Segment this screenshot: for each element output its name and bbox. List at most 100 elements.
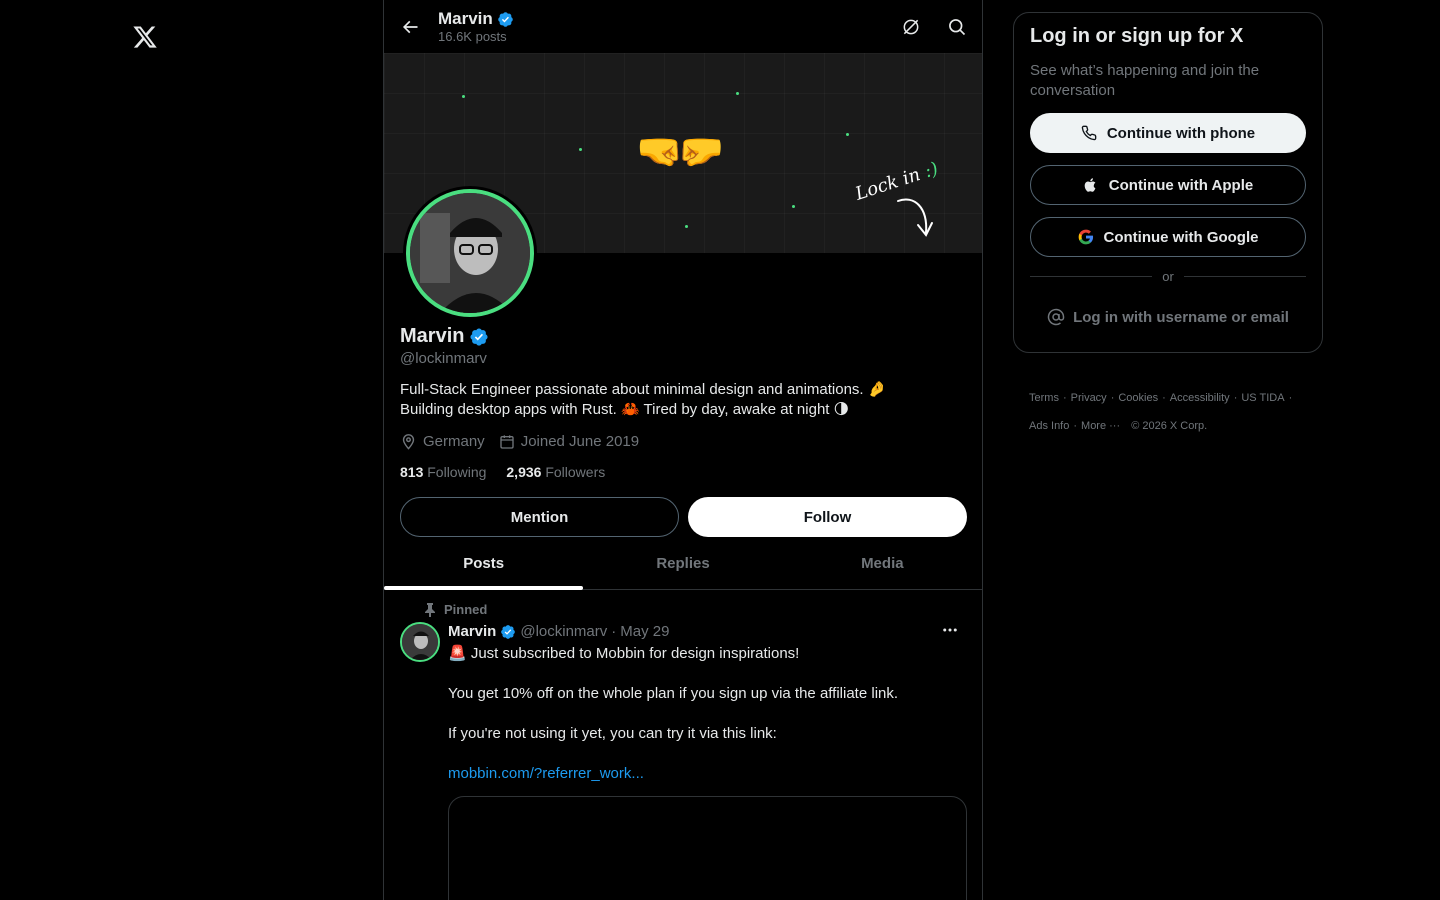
continue-with-apple-button[interactable]: Continue with Apple <box>1030 165 1306 205</box>
footer-separator: · <box>1062 392 1067 404</box>
profile-handle: @lockinmarv <box>400 350 487 367</box>
header-name: Marvin <box>438 9 493 28</box>
footer-more[interactable]: More ··· <box>1081 420 1120 432</box>
login-subtitle: See what’s happening and join the conver… <box>1030 62 1260 99</box>
follow-counts: 813 Following 2,936 Followers <box>400 464 605 480</box>
post-line: If you're not using it yet, you can try … <box>448 725 777 742</box>
continue-with-phone-label: Continue with phone <box>1106 124 1256 142</box>
banner-sparkle <box>685 225 688 228</box>
bio-line: Full-Stack Engineer passionate about min… <box>400 381 887 398</box>
footer-separator: · <box>1233 392 1238 404</box>
post-link[interactable]: mobbin.com/?referrer_work... <box>448 765 644 782</box>
at-sign-icon <box>1047 308 1065 326</box>
mention-button[interactable]: Mention <box>400 497 679 537</box>
login-username-button[interactable]: Log in with username or email <box>1030 297 1306 337</box>
profile-avatar[interactable] <box>403 186 537 320</box>
footer-privacy[interactable]: Privacy <box>1071 392 1107 404</box>
profile-header-bar: Marvin 16.6K posts <box>384 0 982 53</box>
profile-bio: Full-Stack Engineer passionate about min… <box>400 380 960 420</box>
tab-replies[interactable]: Replies <box>583 537 782 589</box>
followers-count: 2,936 <box>506 464 542 480</box>
followers-label: Followers <box>545 464 606 480</box>
following-count: 813 <box>400 464 424 480</box>
continue-with-google-label: Continue with Google <box>1103 228 1259 246</box>
search-icon[interactable] <box>944 14 970 40</box>
fist-bump-emoji: 🤜🤛 <box>636 131 725 173</box>
tab-posts[interactable]: Posts <box>384 537 584 590</box>
following-link[interactable]: 813 Following <box>400 464 486 480</box>
login-signup-box: Log in or sign up for X See what’s happe… <box>1013 12 1323 353</box>
verified-badge-icon[interactable] <box>469 327 489 347</box>
footer-terms[interactable]: Terms <box>1029 392 1059 404</box>
header-post-count: 16.6K posts <box>438 29 507 44</box>
more-options-icon[interactable] <box>940 620 960 640</box>
banner-sparkle <box>462 95 465 98</box>
phone-icon <box>1081 125 1097 141</box>
grok-icon[interactable] <box>898 14 924 40</box>
avatar-portrait-icon <box>402 624 438 660</box>
verified-badge-icon <box>498 11 513 27</box>
footer-copyright: © 2026 X Corp. <box>1131 420 1208 432</box>
footer-links: Terms · Privacy · Cookies · Accessibility · US T… <box>1029 384 1319 440</box>
google-icon <box>1078 229 1093 245</box>
calendar-icon <box>500 434 514 449</box>
banner-sparkle <box>846 133 849 136</box>
post-author-name[interactable]: Marvin <box>448 623 496 640</box>
left-nav <box>0 0 383 900</box>
post-author-handle[interactable]: @lockinmarv <box>520 623 607 640</box>
footer-separator: · <box>1162 392 1166 404</box>
x-logo-icon[interactable] <box>128 20 162 54</box>
apple-icon <box>1084 178 1096 192</box>
footer-ads-info[interactable]: Ads Info <box>1029 420 1069 432</box>
curved-arrow-icon <box>897 198 933 237</box>
continue-with-phone-button[interactable]: Continue with phone <box>1030 113 1306 153</box>
or-label: or <box>1162 269 1174 284</box>
footer-us-tida[interactable]: US TIDA <box>1241 392 1284 404</box>
joined-text: Joined June 2019 <box>520 433 640 450</box>
banner-sparkle <box>792 205 795 208</box>
tab-media[interactable]: Media <box>783 537 982 589</box>
followers-link[interactable]: 2,936 Followers <box>506 464 605 480</box>
divider-line <box>1030 276 1153 277</box>
banner-sparkle <box>579 148 582 151</box>
divider-line <box>1183 276 1306 277</box>
verified-badge-icon <box>501 624 516 639</box>
login-title: Log in or sign up for X <box>1030 25 1244 47</box>
footer-separator: · <box>1288 392 1293 404</box>
bio-line: Building desktop apps with Rust. 🦀 Tired… <box>400 401 850 418</box>
continue-with-google-button[interactable]: Continue with Google <box>1030 217 1306 257</box>
footer-separator: · <box>1073 420 1078 432</box>
profile-meta: Germany Joined June 2019 <box>400 433 639 450</box>
main-column: Marvin 16.6K posts 🤜🤛 Lock in :) Marvin … <box>383 0 983 900</box>
avatar-portrait-icon <box>410 193 530 313</box>
footer-separator: · <box>1110 392 1115 404</box>
post-avatar[interactable] <box>400 622 440 662</box>
pinned-label: Pinned <box>444 602 488 617</box>
follow-button[interactable]: Follow <box>688 497 967 537</box>
post-line: You get 10% off on the whole plan if you… <box>448 685 899 702</box>
continue-with-apple-label: Continue with Apple <box>1108 176 1254 194</box>
right-sidebar: Log in or sign up for X See what’s happe… <box>1013 12 1323 432</box>
avatar-ring <box>406 189 534 317</box>
login-username-label: Log in with username or email <box>1073 308 1289 326</box>
location-text: Germany <box>423 433 485 450</box>
pinned-indicator: Pinned <box>424 602 487 617</box>
location-pin-icon <box>402 434 415 450</box>
joined-item: Joined June 2019 <box>499 433 639 450</box>
profile-name-text: Marvin <box>400 325 465 347</box>
arrow-left-icon[interactable] <box>396 13 424 41</box>
or-divider: or <box>1030 269 1306 284</box>
post-line: 🚨 Just subscribed to Mobbin for design i… <box>448 645 800 662</box>
footer-cookies[interactable]: Cookies <box>1118 392 1158 404</box>
post-media-card[interactable] <box>448 796 967 900</box>
location-item: Germany <box>400 433 485 450</box>
post-header: Marvin @lockinmarv · May 29 <box>448 623 669 640</box>
pinned-post[interactable]: Pinned Marvin @lockinmarv · May 29 🚨 Jus… <box>384 590 982 900</box>
header-title: Marvin <box>438 9 514 29</box>
post-date[interactable]: May 29 <box>620 623 669 640</box>
banner-sparkle <box>736 92 739 95</box>
footer-accessibility[interactable]: Accessibility <box>1170 392 1230 404</box>
post-body: 🚨 Just subscribed to Mobbin for design i… <box>448 644 968 804</box>
post-separator: · <box>611 623 617 640</box>
pin-icon <box>425 602 435 617</box>
